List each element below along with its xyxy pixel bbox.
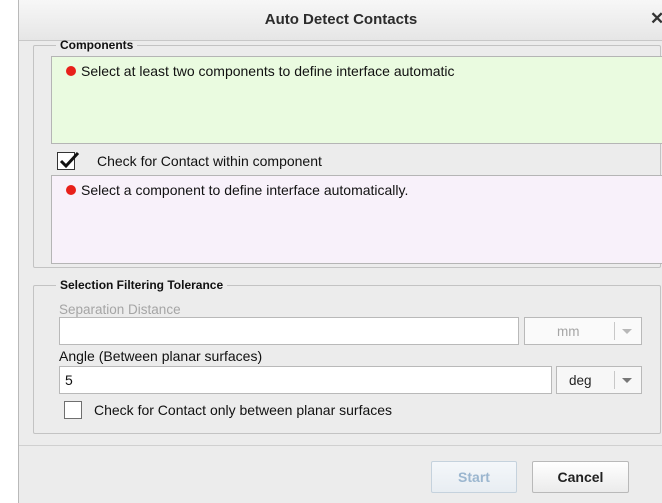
components-list-message: Select at least two components to define…: [81, 63, 455, 79]
separation-unit-select[interactable]: mm: [524, 317, 642, 345]
divider: [614, 322, 615, 340]
separation-unit-value: mm: [557, 324, 580, 339]
angle-unit-value: deg: [569, 373, 592, 388]
footer-divider: [19, 445, 662, 446]
start-button[interactable]: Start: [431, 461, 517, 493]
component-list-message: Select a component to define interface a…: [81, 182, 409, 198]
chevron-down-icon: [622, 378, 632, 383]
check-within-component-label: Check for Contact within component: [97, 153, 322, 169]
error-status-icon: [66, 66, 76, 76]
separation-distance-label: Separation Distance: [59, 302, 181, 317]
planar-surfaces-checkbox[interactable]: [64, 401, 82, 419]
dialog-title: Auto Detect Contacts: [264, 11, 418, 28]
checkmark-icon: [59, 151, 80, 169]
list-item: Select at least two components to define…: [66, 63, 662, 79]
chevron-down-icon: [622, 329, 632, 334]
planar-surfaces-label: Check for Contact only between planar su…: [94, 402, 393, 418]
list-item: Select a component to define interface a…: [66, 182, 662, 198]
auto-detect-contacts-dialog: Auto Detect Contacts ✕ Components Select…: [18, 0, 662, 503]
components-legend: Components: [60, 38, 134, 52]
angle-input[interactable]: 5: [59, 366, 552, 394]
cancel-button[interactable]: Cancel: [532, 461, 629, 493]
close-icon[interactable]: ✕: [650, 9, 662, 29]
check-within-component-checkbox[interactable]: [57, 151, 80, 170]
error-status-icon: [66, 185, 76, 195]
components-list[interactable]: Select at least two components to define…: [51, 56, 662, 144]
separation-distance-input[interactable]: [59, 317, 519, 345]
component-interface-list[interactable]: Select a component to define interface a…: [51, 175, 662, 264]
divider: [614, 371, 615, 389]
angle-unit-select[interactable]: deg: [556, 366, 642, 394]
tolerance-legend: Selection Filtering Tolerance: [60, 278, 224, 292]
angle-label: Angle (Between planar surfaces): [59, 348, 263, 364]
title-bar[interactable]: Auto Detect Contacts ✕: [19, 0, 662, 41]
